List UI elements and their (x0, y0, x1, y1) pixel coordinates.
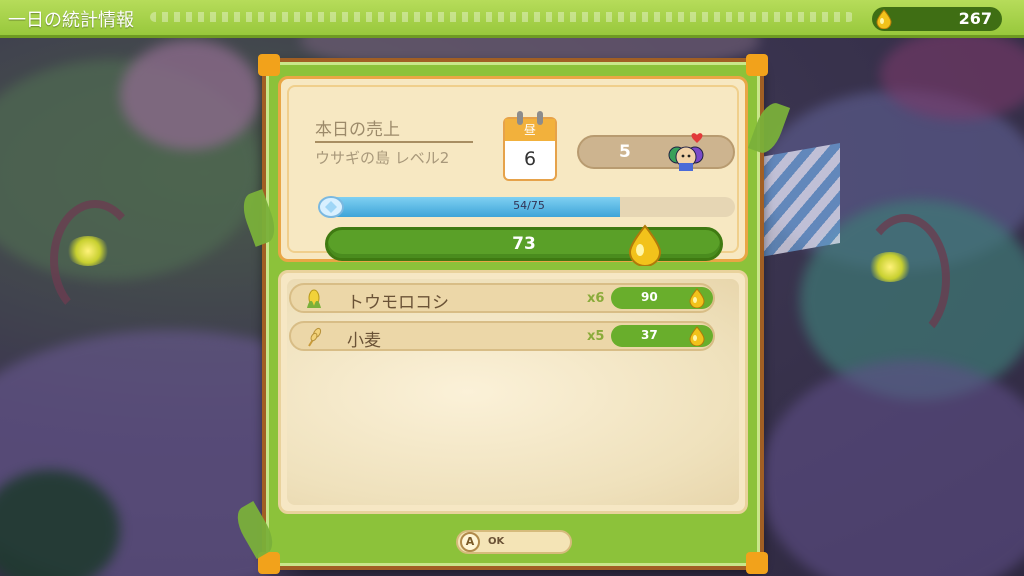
item-quantity: x6 (587, 291, 605, 306)
sales-total-bar: 73 (325, 224, 723, 267)
ok-button[interactable]: A OK (456, 530, 572, 554)
villagers-group-icon (663, 129, 709, 175)
item-price-pill: 90 (611, 287, 713, 309)
item-price-pill: 37 (611, 325, 713, 347)
screen-title: 一日の統計情報 (8, 10, 134, 31)
visitor-count-pill: 5 (577, 133, 735, 171)
golden-drop-icon (689, 326, 705, 346)
sales-title: 本日の売上 (315, 120, 400, 140)
list-item: トウモロコシ x6 90 (289, 283, 715, 313)
island-level: ウサギの島 レベル2 (315, 149, 450, 167)
island-xp-label: 54/75 (513, 199, 545, 212)
currency-value: 267 (958, 9, 992, 28)
sales-summary-card: 本日の売上 ウサギの島 レベル2 昼 6 5 54/75 73 (278, 76, 748, 267)
currency-counter: 267 (872, 7, 1002, 31)
sold-items-list: トウモロコシ x6 90 小麦 x5 37 (278, 270, 748, 514)
item-quantity: x5 (587, 329, 605, 344)
item-name: 小麦 (347, 331, 381, 351)
title-divider (315, 141, 473, 143)
crystal-icon (317, 193, 345, 221)
golden-drop-icon (689, 288, 705, 308)
golden-drop-icon (876, 9, 892, 29)
list-item: 小麦 x5 37 (289, 321, 715, 351)
corn-icon (303, 288, 325, 310)
golden-drop-icon (628, 224, 662, 267)
header-bar: 一日の統計情報 267 (0, 0, 1024, 38)
calendar-time-label: 昼 (505, 119, 555, 141)
calendar-day: 6 (523, 148, 537, 170)
lantern-plant-icon (66, 236, 110, 266)
calendar-icon: 昼 6 (503, 111, 557, 181)
lantern-plant-icon (868, 252, 912, 282)
wheat-icon (303, 326, 325, 348)
a-button-icon: A (460, 532, 480, 552)
item-name: トウモロコシ (347, 293, 449, 313)
visitor-count: 5 (619, 142, 631, 162)
item-price: 90 (641, 290, 658, 304)
item-price: 37 (641, 328, 658, 342)
ok-label: OK (488, 536, 505, 547)
daily-stats-panel: 本日の売上 ウサギの島 レベル2 昼 6 5 54/75 73 トウモロコシ x… (230, 54, 791, 574)
